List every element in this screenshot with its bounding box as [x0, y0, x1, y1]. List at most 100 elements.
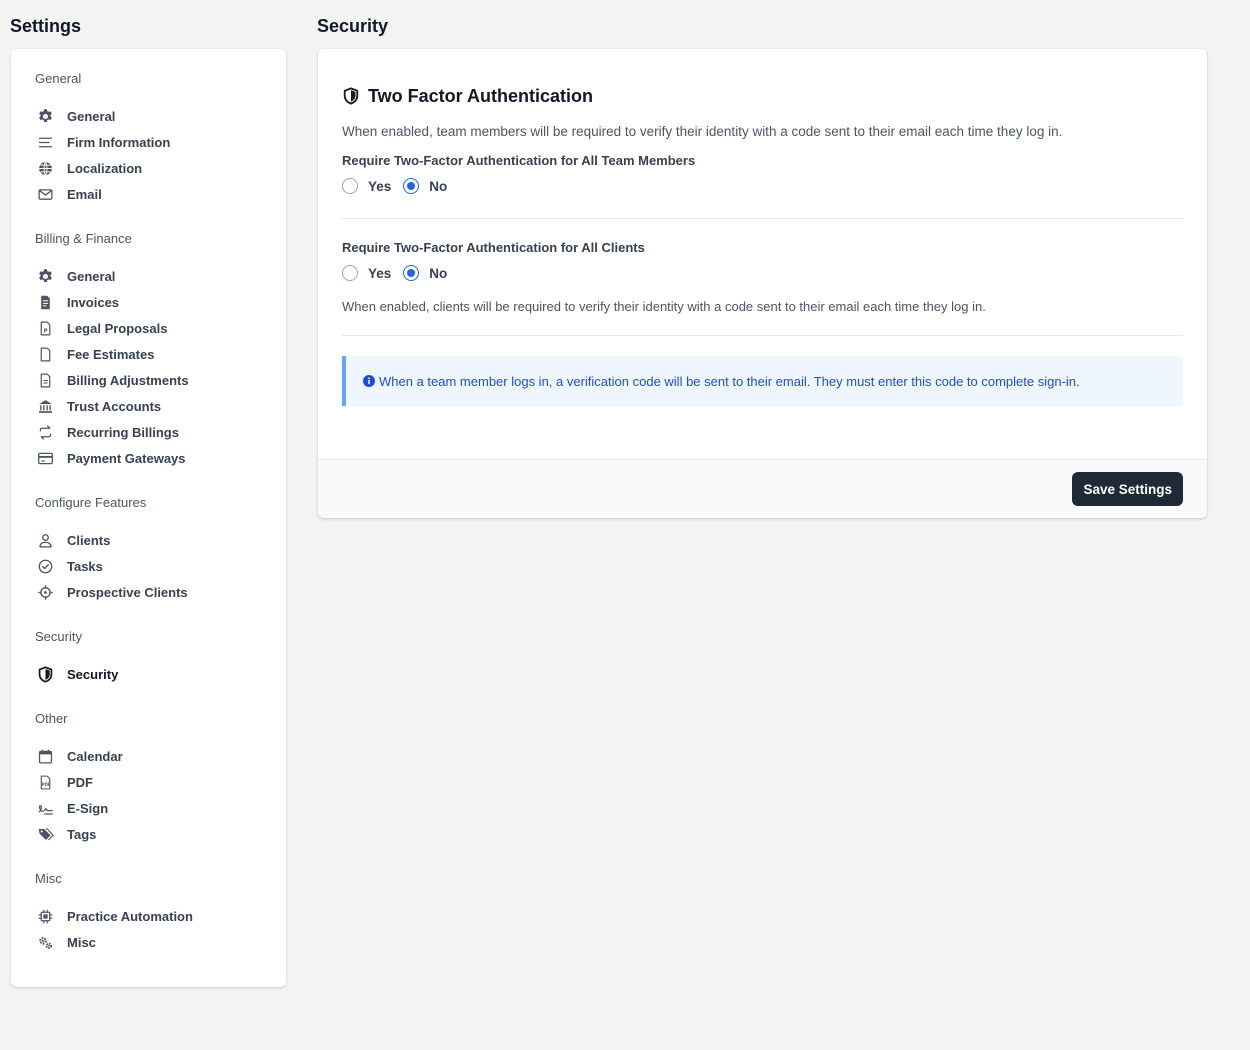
two-factor-card: Two Factor Authentication When enabled, … — [318, 49, 1207, 518]
client-2fa-yes-option[interactable]: Yes — [342, 265, 391, 281]
sidebar-item-label: Calendar — [67, 748, 123, 764]
invoice-icon — [35, 292, 55, 312]
globe-icon — [35, 158, 55, 178]
sidebar-item-billing-and-finance-legal-proposals[interactable]: P Legal Proposals — [35, 315, 286, 341]
sidebar-item-label: Firm Information — [67, 134, 171, 150]
sidebar-item-label: Billing Adjustments — [67, 372, 189, 388]
save-settings-button[interactable]: Save Settings — [1072, 472, 1183, 506]
shield-icon — [343, 87, 359, 105]
info-text: When a team member logs in, a verificati… — [379, 373, 1080, 389]
team-2fa-yes-option[interactable]: Yes — [342, 178, 391, 194]
nav-group-label: Misc — [35, 871, 62, 886]
sidebar-item-security-security[interactable]: Security — [35, 661, 286, 687]
team-2fa-no-label: No — [429, 178, 448, 194]
sidebar-item-other-pdf[interactable]: PDF PDF — [35, 769, 286, 795]
credit-card-icon — [35, 448, 55, 468]
sidebar-item-label: Legal Proposals — [67, 320, 168, 336]
team-2fa-yes-label: Yes — [368, 178, 392, 194]
sidebar-item-label: Misc — [67, 934, 96, 950]
sidebar-item-billing-and-finance-recurring-billings[interactable]: Recurring Billings — [35, 419, 286, 445]
document-lines-icon — [35, 370, 55, 390]
sidebar-item-other-tags[interactable]: Tags — [35, 821, 286, 847]
calendar-icon — [35, 746, 55, 766]
shield-icon — [35, 664, 55, 684]
sidebar-item-general-email[interactable]: Email — [35, 181, 286, 207]
sidebar-item-label: Tasks — [67, 558, 103, 574]
client-2fa-no-radio[interactable] — [403, 265, 420, 281]
sidebar-item-label: Prospective Clients — [67, 584, 188, 600]
client-2fa-no-option[interactable]: No — [403, 265, 447, 281]
repeat-icon — [35, 422, 55, 442]
nav-group-general: General General Firm Information Localizati… — [35, 71, 286, 207]
nav-group-label: Billing & Finance — [35, 231, 132, 246]
signature-icon — [35, 798, 55, 818]
sidebar-item-billing-and-finance-invoices[interactable]: Invoices — [35, 289, 286, 315]
sidebar-item-label: Fee Estimates — [67, 346, 155, 362]
sidebar-item-other-calendar[interactable]: Calendar — [35, 743, 286, 769]
card-heading: Two Factor Authentication — [368, 85, 593, 106]
card-header: Two Factor Authentication — [342, 85, 1183, 107]
nav-group-billing-and-finance: Billing & Finance General Invoices P Legal P… — [35, 231, 286, 471]
sidebar-item-billing-and-finance-general[interactable]: General — [35, 263, 286, 289]
client-2fa-yes-label: Yes — [368, 265, 392, 281]
envelope-icon — [35, 184, 55, 204]
nav-group-security: Security Security — [35, 629, 286, 687]
sidebar-item-label: General — [67, 268, 116, 284]
check-circle-icon — [35, 556, 55, 576]
nav-group-label: Configure Features — [35, 495, 147, 510]
document-p-icon: P — [35, 318, 55, 338]
nav-group-configure-features: Configure Features Clients Tasks Prospectiv… — [35, 495, 286, 605]
sidebar-item-billing-and-finance-payment-gateways[interactable]: Payment Gateways — [35, 445, 286, 471]
settings-sidebar: General General Firm Information Localizati… — [11, 49, 286, 987]
bank-icon — [35, 396, 55, 416]
sidebar-item-billing-and-finance-fee-estimates[interactable]: Fee Estimates — [35, 341, 286, 367]
crosshair-icon — [35, 582, 55, 602]
chip-icon — [35, 906, 55, 926]
sidebar-item-general-localization[interactable]: Localization — [35, 155, 286, 181]
pdf-icon: PDF — [35, 772, 55, 792]
sidebar-item-general-firm-information[interactable]: Firm Information — [35, 129, 286, 155]
team-2fa-yes-radio[interactable] — [342, 178, 358, 194]
nav-group-misc: Misc Practice Automation Misc — [35, 871, 286, 955]
user-icon — [35, 530, 55, 550]
nav-group-other: Other Calendar PDF PDF E-Sign Tags — [35, 711, 286, 847]
document-icon — [35, 344, 55, 364]
sidebar-item-configure-features-clients[interactable]: Clients — [35, 527, 286, 553]
gear-icon — [35, 266, 55, 286]
client-2fa-yes-radio[interactable] — [342, 265, 358, 281]
sidebar-item-configure-features-tasks[interactable]: Tasks — [35, 553, 286, 579]
gears-icon — [35, 932, 55, 952]
sidebar-item-label: Tags — [67, 826, 97, 842]
sidebar-item-label: Invoices — [67, 294, 120, 310]
lines-icon — [35, 132, 55, 152]
section-divider — [342, 218, 1183, 219]
client-2fa-label: Require Two-Factor Authentication for Al… — [342, 240, 645, 255]
sidebar-item-label: PDF — [67, 774, 93, 790]
team-2fa-no-option[interactable]: No — [403, 178, 447, 194]
sidebar-item-other-e-sign[interactable]: E-Sign — [35, 795, 286, 821]
sidebar-item-label: Trust Accounts — [67, 398, 162, 414]
sidebar-item-label: Clients — [67, 532, 111, 548]
sidebar-item-label: Localization — [67, 160, 143, 176]
sidebar-item-billing-and-finance-trust-accounts[interactable]: Trust Accounts — [35, 393, 286, 419]
gear-icon — [35, 106, 55, 126]
info-icon — [363, 375, 375, 387]
svg-text:P: P — [43, 328, 47, 334]
sidebar-item-label: General — [67, 108, 116, 124]
svg-text:PDF: PDF — [41, 781, 50, 786]
team-2fa-no-radio[interactable] — [403, 178, 420, 194]
section-divider — [342, 335, 1183, 336]
tags-icon — [35, 824, 55, 844]
nav-group-label: General — [35, 71, 82, 86]
sidebar-item-label: E-Sign — [67, 800, 109, 816]
client-description: When enabled, clients will be required t… — [342, 299, 986, 314]
sidebar-item-misc-misc[interactable]: Misc — [35, 929, 286, 955]
sidebar-item-general-general[interactable]: General — [35, 103, 286, 129]
sidebar-title: Settings — [10, 16, 82, 36]
sidebar-item-configure-features-prospective-clients[interactable]: Prospective Clients — [35, 579, 286, 605]
nav-group-label: Other — [35, 711, 68, 726]
sidebar-item-billing-and-finance-billing-adjustments[interactable]: Billing Adjustments — [35, 367, 286, 393]
sidebar-item-label: Payment Gateways — [67, 450, 186, 466]
sidebar-item-misc-practice-automation[interactable]: Practice Automation — [35, 903, 286, 929]
info-alert: When a team member logs in, a verificati… — [342, 356, 1183, 406]
